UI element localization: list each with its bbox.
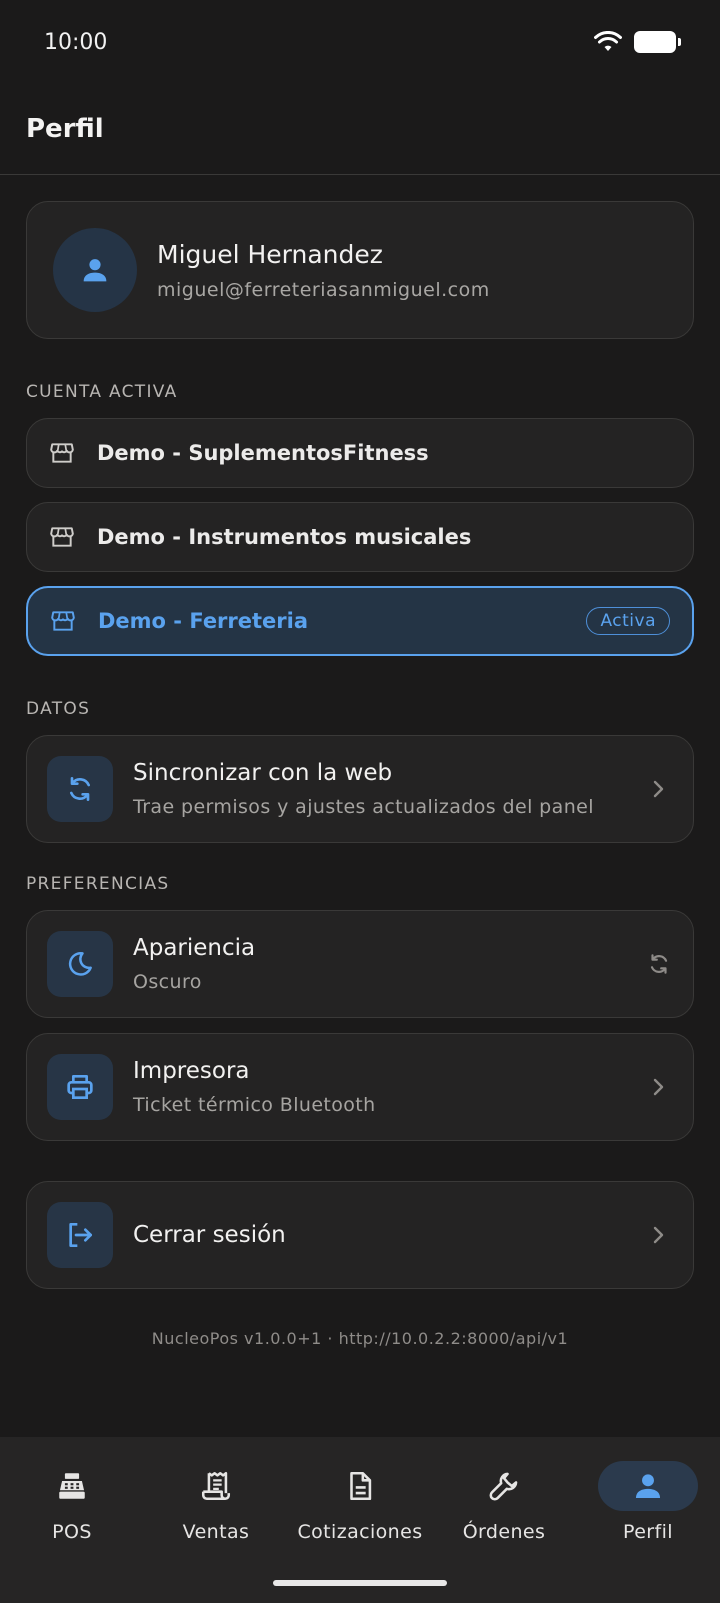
receipt-icon <box>201 1471 231 1501</box>
store-icon <box>50 527 74 547</box>
section-label-preferences: PREFERENCIAS <box>26 874 170 894</box>
cash-register-icon <box>59 1473 85 1499</box>
nav-item-ordenes[interactable]: Órdenes <box>432 1437 576 1603</box>
icon-tile <box>47 1202 113 1268</box>
nav-item-perfil[interactable]: Perfil <box>576 1437 720 1603</box>
wifi-icon <box>594 31 622 51</box>
printer-button[interactable]: Impresora Ticket térmico Bluetooth <box>26 1033 694 1141</box>
nav-label: Órdenes <box>462 1521 546 1543</box>
account-item-instrumentos[interactable]: Demo - Instrumentos musicales <box>26 502 694 572</box>
account-label: Demo - Instrumentos musicales <box>97 525 472 549</box>
person-icon <box>83 259 107 282</box>
appearance-button[interactable]: Apariencia Oscuro <box>26 910 694 1018</box>
store-icon <box>51 611 75 631</box>
page-title: Perfil <box>26 114 104 144</box>
status-time: 10:00 <box>44 29 108 55</box>
logout-button[interactable]: Cerrar sesión <box>26 1181 694 1289</box>
chevron-right-icon <box>653 780 664 798</box>
nav-label: POS <box>52 1521 92 1543</box>
active-badge: Activa <box>586 607 670 635</box>
printer-title: Impresora <box>133 1058 250 1084</box>
account-item-ferreteria[interactable]: Demo - Ferreteria Activa <box>26 586 694 656</box>
home-indicator[interactable] <box>273 1580 447 1586</box>
section-label-accounts: CUENTA ACTIVA <box>26 382 178 402</box>
sync-title: Sincronizar con la web <box>133 760 393 786</box>
sync-button[interactable]: Sincronizar con la web Trae permisos y a… <box>26 735 694 843</box>
appearance-subtitle: Oscuro <box>133 971 202 993</box>
account-label: Demo - Ferreteria <box>98 609 309 633</box>
printer-icon <box>67 1075 93 1099</box>
status-icons <box>594 31 681 53</box>
bottom-nav: POS Ventas Cotizaciones Órdenes Perfil <box>0 1437 720 1603</box>
document-icon <box>350 1471 372 1501</box>
icon-tile <box>47 931 113 997</box>
nav-item-cotizaciones[interactable]: Cotizaciones <box>288 1437 432 1603</box>
nav-item-pos[interactable]: POS <box>0 1437 144 1603</box>
person-icon <box>635 1474 661 1499</box>
section-label-data: DATOS <box>26 699 91 719</box>
app-bar: Perfil <box>0 84 720 175</box>
profile-email: miguel@ferreteriasanmiguel.com <box>157 278 490 301</box>
wrench-icon <box>489 1472 518 1501</box>
profile-card: Miguel Hernandez miguel@ferreteriasanmig… <box>26 201 694 339</box>
sync-icon <box>70 777 90 801</box>
nav-label: Ventas <box>182 1521 250 1543</box>
printer-subtitle: Ticket térmico Bluetooth <box>133 1094 376 1116</box>
cycle-icon <box>650 954 668 974</box>
icon-tile <box>47 1054 113 1120</box>
nav-label: Cotizaciones <box>297 1521 423 1543</box>
profile-name: Miguel Hernandez <box>157 239 383 269</box>
chevron-right-icon <box>653 1226 664 1244</box>
avatar <box>53 228 137 312</box>
status-bar: 10:00 <box>0 0 720 84</box>
account-item-suplementos[interactable]: Demo - SuplementosFitness <box>26 418 694 488</box>
account-label: Demo - SuplementosFitness <box>97 441 429 465</box>
logout-title: Cerrar sesión <box>133 1222 286 1248</box>
appearance-title: Apariencia <box>133 935 256 961</box>
moon-icon <box>68 952 92 976</box>
nav-item-ventas[interactable]: Ventas <box>144 1437 288 1603</box>
logout-icon <box>69 1223 92 1247</box>
battery-icon <box>634 31 681 53</box>
nav-label: Perfil <box>623 1521 673 1543</box>
sync-subtitle: Trae permisos y ajustes actualizados del… <box>133 796 594 818</box>
version-info: NucleoPos v1.0.0+1 · http://10.0.2.2:800… <box>151 1329 569 1348</box>
chevron-right-icon <box>653 1078 664 1096</box>
icon-tile <box>47 756 113 822</box>
store-icon <box>50 443 74 463</box>
